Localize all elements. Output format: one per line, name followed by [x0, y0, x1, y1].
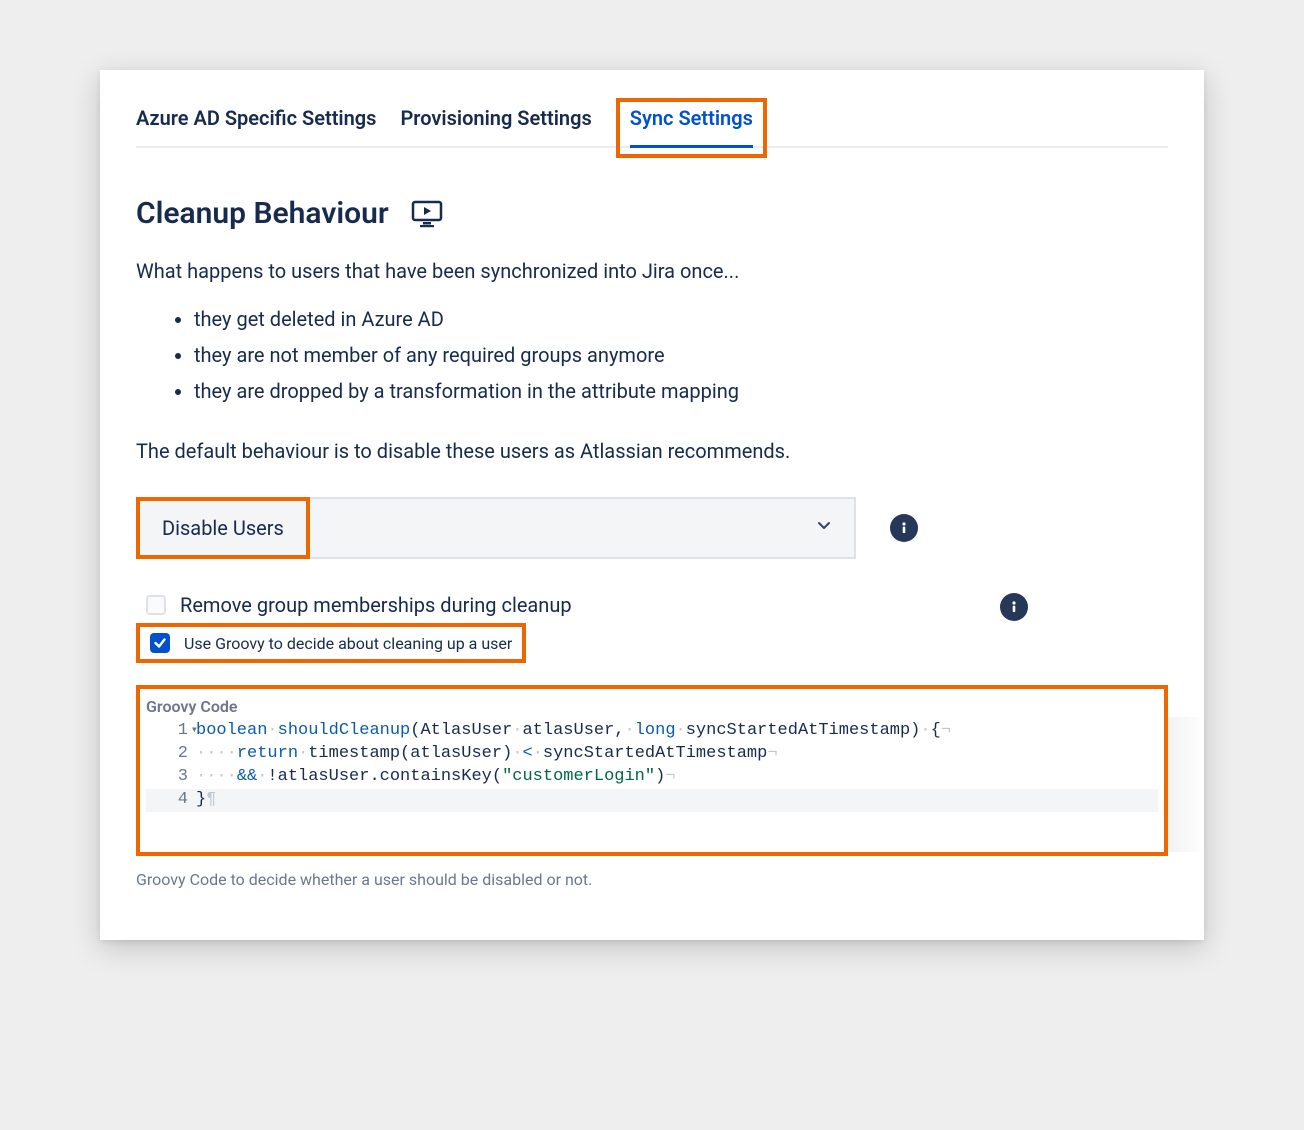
highlight-box-groovy-row: Use Groovy to decide about cleaning up a…: [136, 623, 526, 663]
highlight-box-sync-tab: Sync Settings: [616, 98, 767, 158]
tab-azure-ad[interactable]: Azure AD Specific Settings: [136, 106, 376, 146]
remove-groups-checkbox[interactable]: [146, 595, 166, 615]
line-number: 1: [146, 720, 196, 743]
info-icon[interactable]: [1000, 593, 1028, 621]
line-gutter: 1 2 3 4: [146, 720, 196, 812]
code-title: Groovy Code: [146, 697, 1158, 716]
checkbox-group: Remove group memberships during cleanup …: [136, 593, 1168, 663]
cleanup-action-select[interactable]: Disable Users: [136, 497, 856, 559]
tab-sync-settings[interactable]: Sync Settings: [630, 106, 753, 146]
code-lines: boolean·shouldCleanup(AtlasUser·atlasUse…: [196, 720, 1158, 812]
code-line: ····return·timestamp(atlasUser)·<·syncSt…: [196, 743, 1158, 766]
bullet-item: they get deleted in Azure AD: [194, 301, 1168, 337]
section-header: Cleanup Behaviour: [136, 196, 1168, 231]
section-title: Cleanup Behaviour: [136, 196, 389, 231]
settings-panel: Azure AD Specific Settings Provisioning …: [100, 70, 1204, 940]
line-number: 4: [146, 789, 196, 812]
editor-shadow: [1168, 717, 1206, 852]
tab-provisioning[interactable]: Provisioning Settings: [400, 106, 591, 146]
bullet-item: they are dropped by a transformation in …: [194, 373, 1168, 409]
remove-groups-label: Remove group memberships during cleanup: [180, 593, 572, 617]
code-line: ····&&·!atlasUser.containsKey("customerL…: [196, 766, 1158, 789]
line-number: 3: [146, 766, 196, 789]
video-tutorial-icon[interactable]: [411, 200, 443, 228]
highlight-box-groovy-editor: Groovy Code 1 2 3 4 boolean·shouldCleanu…: [136, 685, 1168, 856]
select-body[interactable]: [310, 497, 856, 559]
chevron-down-icon: [816, 518, 832, 538]
select-label: Disable Users: [162, 516, 284, 540]
code-line: boolean·shouldCleanup(AtlasUser·atlasUse…: [196, 720, 1158, 743]
remove-groups-row: Remove group memberships during cleanup: [136, 593, 1168, 617]
code-help-text: Groovy Code to decide whether a user sho…: [136, 870, 1168, 889]
use-groovy-checkbox[interactable]: [150, 633, 170, 653]
tabs-bar: Azure AD Specific Settings Provisioning …: [136, 106, 1168, 148]
code-line: }¶: [196, 789, 1158, 812]
use-groovy-label: Use Groovy to decide about cleaning up a…: [184, 634, 512, 653]
line-number: 2: [146, 743, 196, 766]
default-note: The default behaviour is to disable thes…: [136, 439, 1168, 463]
highlight-box-select-label: Disable Users: [136, 497, 310, 559]
cleanup-action-row: Disable Users: [136, 497, 1168, 559]
bullet-list: they get deleted in Azure AD they are no…: [194, 301, 1168, 409]
groovy-editor[interactable]: 1 2 3 4 boolean·shouldCleanup(AtlasUser·…: [146, 720, 1158, 812]
intro-text: What happens to users that have been syn…: [136, 259, 1168, 283]
info-icon[interactable]: [890, 514, 918, 542]
bullet-item: they are not member of any required grou…: [194, 337, 1168, 373]
